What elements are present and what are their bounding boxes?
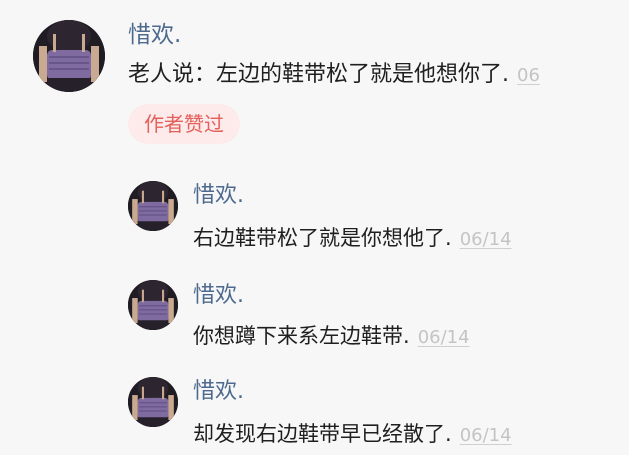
reply-text: 却发现右边鞋带早已经散了. 06/14 <box>193 424 512 445</box>
reply-body: 你想蹲下来系左边鞋带. <box>193 324 410 348</box>
comment-body: 老人说：左边的鞋带松了就是他想你了. <box>128 62 509 87</box>
user-photo-icon <box>128 377 178 427</box>
reply-body: 却发现右边鞋带早已经散了. <box>193 422 452 446</box>
avatar[interactable] <box>33 20 105 92</box>
reply-date[interactable]: 06/14 <box>460 229 512 250</box>
reply-date[interactable]: 06/14 <box>418 327 470 348</box>
comment-date[interactable]: 06 <box>517 65 540 86</box>
author-liked-badge: 作者赞过 <box>128 104 240 144</box>
reply-date[interactable]: 06/14 <box>460 425 512 446</box>
reply-author[interactable]: 惜欢. <box>193 381 244 403</box>
reply-author[interactable]: 惜欢. <box>193 285 244 307</box>
reply-author[interactable]: 惜欢. <box>193 185 244 207</box>
avatar[interactable] <box>128 280 178 330</box>
user-photo-icon <box>33 20 105 92</box>
comment-author[interactable]: 惜欢. <box>128 24 181 47</box>
reply-text: 右边鞋带松了就是你想他了. 06/14 <box>193 228 512 249</box>
comment-text: 老人说：左边的鞋带松了就是他想你了. 06 <box>128 64 540 86</box>
user-photo-icon <box>128 280 178 330</box>
reply-body: 右边鞋带松了就是你想他了. <box>193 226 452 250</box>
reply-text: 你想蹲下来系左边鞋带. 06/14 <box>193 326 470 347</box>
avatar[interactable] <box>128 377 178 427</box>
avatar[interactable] <box>128 181 178 231</box>
user-photo-icon <box>128 181 178 231</box>
